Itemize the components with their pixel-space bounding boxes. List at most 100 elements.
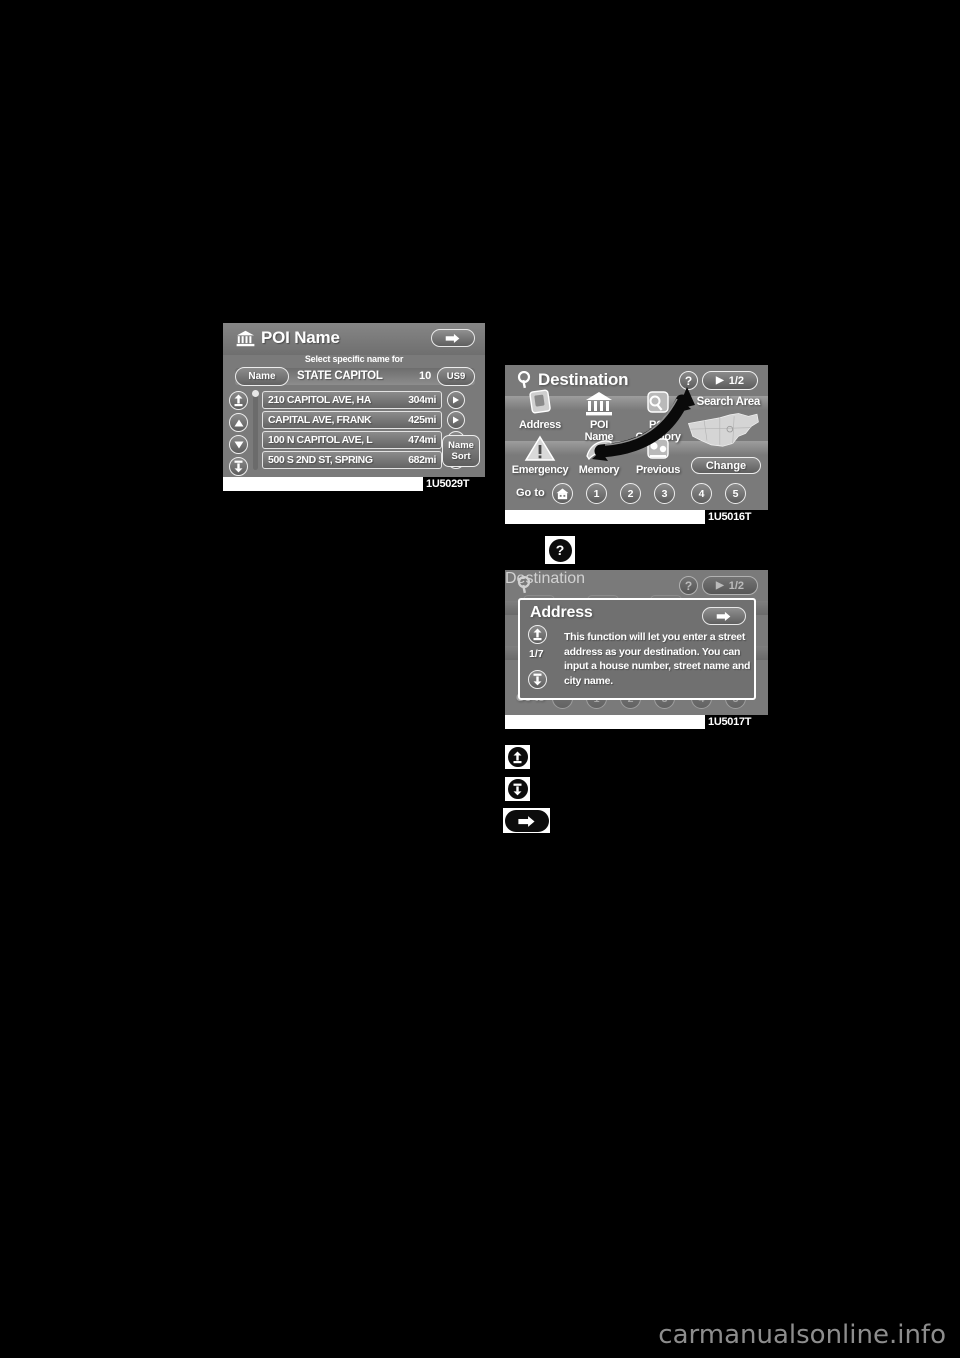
menu-label-address: Address xyxy=(519,419,561,431)
page-up-icon xyxy=(533,628,542,641)
poi-detail-button[interactable] xyxy=(447,391,465,409)
poi-search-bar: Name STATE CAPITOL 10 US9 xyxy=(227,366,481,387)
page-indicator-button[interactable]: ▶ 1/2 xyxy=(702,371,758,390)
play-arrow-icon xyxy=(453,396,459,404)
search-area-label: Search Area xyxy=(696,396,761,408)
page-next-arrow-icon: ▶ xyxy=(716,375,724,386)
name-sort-button[interactable]: Name Sort xyxy=(442,435,480,467)
help-button[interactable]: ? xyxy=(679,576,698,595)
triangle-down-icon xyxy=(234,441,243,448)
poi-list-item[interactable]: 500 S 2ND ST, SPRING 682mi xyxy=(262,451,442,469)
scroll-down-button[interactable] xyxy=(229,435,248,454)
help-page-number: 1/7 xyxy=(529,648,544,660)
go-to-preset-2[interactable]: 2 xyxy=(620,483,641,504)
menu-label-poi-name-line1: POI xyxy=(589,419,609,431)
address-help-dialog: Address 1/7 This function will let you e… xyxy=(518,598,756,700)
go-to-preset-1[interactable]: 1 xyxy=(586,483,607,504)
help-page-up-button[interactable] xyxy=(528,625,547,644)
home-icon xyxy=(556,487,569,499)
figure-caption-1: 1U5029T xyxy=(423,477,473,492)
page-up-glyph-icon xyxy=(513,751,522,763)
poi-item-address: CAPITAL AVE, FRANK xyxy=(268,414,372,426)
back-icon[interactable] xyxy=(504,809,549,832)
back-arrow-icon xyxy=(716,611,731,621)
page-down-icon xyxy=(234,460,243,473)
address-card-icon xyxy=(524,389,556,419)
change-search-area-button[interactable]: Change xyxy=(691,457,761,474)
help-page-down-button[interactable] xyxy=(528,670,547,689)
go-to-preset-3[interactable]: 3 xyxy=(654,483,675,504)
page-indicator-label: 1/2 xyxy=(728,579,744,592)
legend-page-down-box xyxy=(505,777,530,801)
menu-item-memory[interactable]: Memory xyxy=(570,434,628,477)
poi-item-distance: 425mi xyxy=(408,414,436,426)
page-indicator-button[interactable]: ▶ 1/2 xyxy=(702,576,758,595)
back-arrow-icon xyxy=(445,333,460,343)
menu-label-previous: Previous xyxy=(635,464,681,476)
page-up-button[interactable] xyxy=(229,391,248,410)
page-up-icon[interactable] xyxy=(507,747,528,767)
figure-caption-3: 1U5017T xyxy=(705,715,755,730)
name-button[interactable]: Name xyxy=(235,367,289,386)
memory-star-icon xyxy=(583,434,615,464)
bank-icon xyxy=(583,389,615,419)
caption-strip-3 xyxy=(505,715,705,729)
triangle-up-icon xyxy=(234,419,243,426)
page-next-arrow-icon: ▶ xyxy=(716,580,724,591)
help-dialog-back-button[interactable] xyxy=(702,607,746,625)
poi-item-distance: 682mi xyxy=(408,454,436,466)
screenshot-destination: Destination ? ▶ 1/2 Address POI Name POI… xyxy=(505,365,768,510)
page-down-button[interactable] xyxy=(229,457,248,476)
poi-scrollbar-thumb[interactable] xyxy=(252,390,259,397)
name-sort-line2: Sort xyxy=(451,451,471,462)
poi-detail-button[interactable] xyxy=(447,411,465,429)
poi-scrollbar[interactable] xyxy=(252,390,259,470)
poi-result-list: 210 CAPITOL AVE, HA 304mi CAPITAL AVE, F… xyxy=(262,391,442,471)
menu-item-previous[interactable]: Previous xyxy=(629,434,687,477)
help-icon[interactable]: ? xyxy=(548,538,572,562)
destination-page-title: Destination xyxy=(538,370,629,389)
help-button[interactable]: ? xyxy=(679,371,698,390)
help-dialog-body: This function will let you enter a stree… xyxy=(564,631,751,687)
poi-item-address: 100 N CAPITOL AVE, L xyxy=(268,434,373,446)
go-to-home-button[interactable] xyxy=(552,483,573,504)
name-sort-line1: Name xyxy=(448,440,474,451)
scroll-up-button[interactable] xyxy=(229,413,248,432)
poi-item-distance: 474mi xyxy=(408,434,436,446)
go-to-preset-5[interactable]: 5 xyxy=(725,483,746,504)
page-indicator-label: 1/2 xyxy=(728,374,744,387)
help-dialog-title: Address xyxy=(530,604,593,621)
poi-item-address: 500 S 2ND ST, SPRING xyxy=(268,454,373,466)
legend-page-up-box xyxy=(505,745,530,769)
go-to-row: Go to 1 2 3 4 5 xyxy=(505,482,768,506)
map-pin-search-icon xyxy=(517,371,531,389)
region-button[interactable]: US9 xyxy=(437,367,475,386)
poi-back-button[interactable] xyxy=(431,329,475,347)
poi-search-query: STATE CAPITOL xyxy=(297,370,383,382)
warning-triangle-icon xyxy=(524,434,556,464)
poi-scroll-controls xyxy=(229,391,249,477)
caption-strip-1 xyxy=(223,477,423,491)
watermark: carmanualsonline.info xyxy=(658,1320,946,1350)
menu-item-emergency[interactable]: Emergency xyxy=(511,434,569,477)
page-down-icon[interactable] xyxy=(507,779,528,799)
poi-list-item[interactable]: 100 N CAPITOL AVE, L 474mi xyxy=(262,431,442,449)
poi-list-item[interactable]: CAPITAL AVE, FRANK 425mi xyxy=(262,411,442,429)
caption-strip-2 xyxy=(505,510,705,524)
legend-back-box xyxy=(503,808,550,833)
menu-label-poi-category-line1: POI xyxy=(648,419,668,431)
screenshot-poi-name: POI Name Select specific name for Name S… xyxy=(223,323,485,477)
figure-caption-2: 1U5016T xyxy=(705,510,755,525)
poi-list-item[interactable]: 210 CAPITOL AVE, HA 304mi xyxy=(262,391,442,409)
previous-history-icon xyxy=(642,434,674,464)
poi-category-icon xyxy=(642,389,674,419)
callout-help-icon-box: ? xyxy=(545,536,575,564)
go-to-preset-4[interactable]: 4 xyxy=(691,483,712,504)
page-up-icon xyxy=(234,394,243,407)
menu-label-emergency: Emergency xyxy=(511,464,569,476)
play-arrow-icon xyxy=(453,416,459,424)
menu-label-memory: Memory xyxy=(578,464,620,476)
us-map-icon xyxy=(687,413,759,447)
menu-item-address[interactable]: Address xyxy=(511,389,569,432)
help-icon-glyph: ? xyxy=(555,542,565,558)
